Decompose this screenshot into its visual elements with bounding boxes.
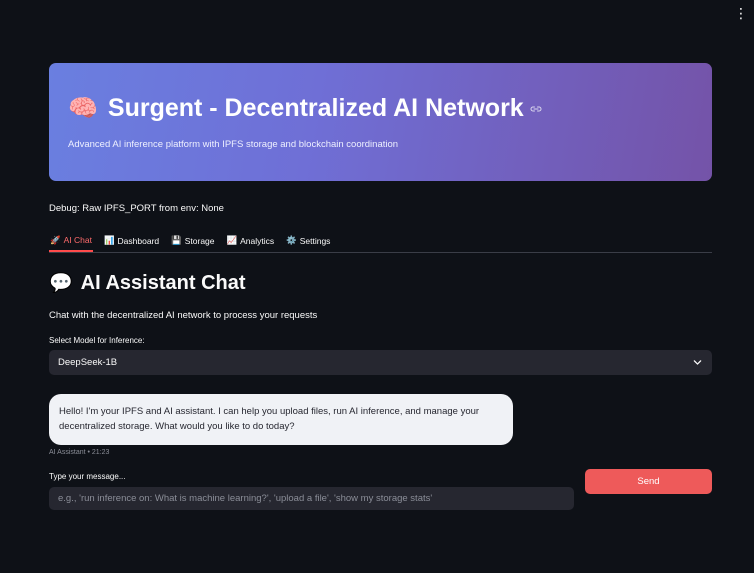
tab-analytics[interactable]: 📈 Analytics (226, 230, 276, 251)
header-subtitle: Advanced AI inference platform with IPFS… (68, 139, 399, 150)
tab-dashboard[interactable]: 📊 Dashboard (103, 230, 160, 251)
tab-label: Settings (299, 235, 331, 246)
page-title: 🧠 Surgent - Decentralized AI Network (68, 94, 542, 123)
gear-icon: ⚙️ (286, 235, 297, 245)
rocket-icon: 🚀 (50, 234, 61, 245)
model-select-label: Select Model for Inference: (49, 336, 145, 345)
chat-description: Chat with the decentralized AI network t… (49, 310, 318, 321)
kebab-menu-icon[interactable]: ⋮ (734, 6, 748, 20)
bar-chart-icon: 📊 (103, 235, 115, 245)
message-input[interactable] (49, 487, 574, 510)
model-select-value: DeepSeek-1B (58, 357, 118, 368)
header-banner: 🧠 Surgent - Decentralized AI Network Adv… (49, 63, 712, 181)
brain-icon: 🧠 (68, 95, 98, 122)
message-input-label: Type your message... (49, 472, 126, 481)
assistant-message-bubble: Hello! I'm your IPFS and AI assistant. I… (49, 394, 513, 445)
speech-bubble-icon: 💬 (49, 273, 73, 294)
tab-ai-chat[interactable]: 🚀 AI Chat (49, 230, 93, 252)
debug-text: Debug: Raw IPFS_PORT from env: None (49, 203, 224, 214)
tab-storage[interactable]: 💾 Storage (170, 230, 215, 251)
floppy-disk-icon: 💾 (171, 235, 182, 245)
app-page: ⋮ 🧠 Surgent - Decentralized AI Network A… (0, 0, 754, 573)
chat-heading: 💬 AI Assistant Chat (49, 271, 246, 295)
tab-label: Storage (184, 235, 215, 246)
assistant-message-text: Hello! I'm your IPFS and AI assistant. I… (59, 406, 480, 432)
chat-heading-text: AI Assistant Chat (80, 271, 246, 294)
tab-label: Analytics (240, 235, 275, 246)
link-icon[interactable] (530, 104, 542, 114)
tab-bar: 🚀 AI Chat 📊 Dashboard 💾 Storage 📈 Analyt… (49, 230, 712, 253)
tab-label: AI Chat (63, 235, 92, 245)
tab-settings[interactable]: ⚙️ Settings (285, 230, 331, 251)
chevron-down-icon (693, 360, 702, 365)
message-timestamp: AI Assistant • 21:23 (49, 449, 110, 456)
title-text: Surgent - Decentralized AI Network (107, 94, 524, 122)
send-button[interactable]: Send (585, 469, 712, 494)
tab-label: Dashboard (117, 235, 160, 246)
trend-chart-icon: 📈 (226, 235, 238, 245)
model-select[interactable]: DeepSeek-1B (49, 350, 712, 375)
